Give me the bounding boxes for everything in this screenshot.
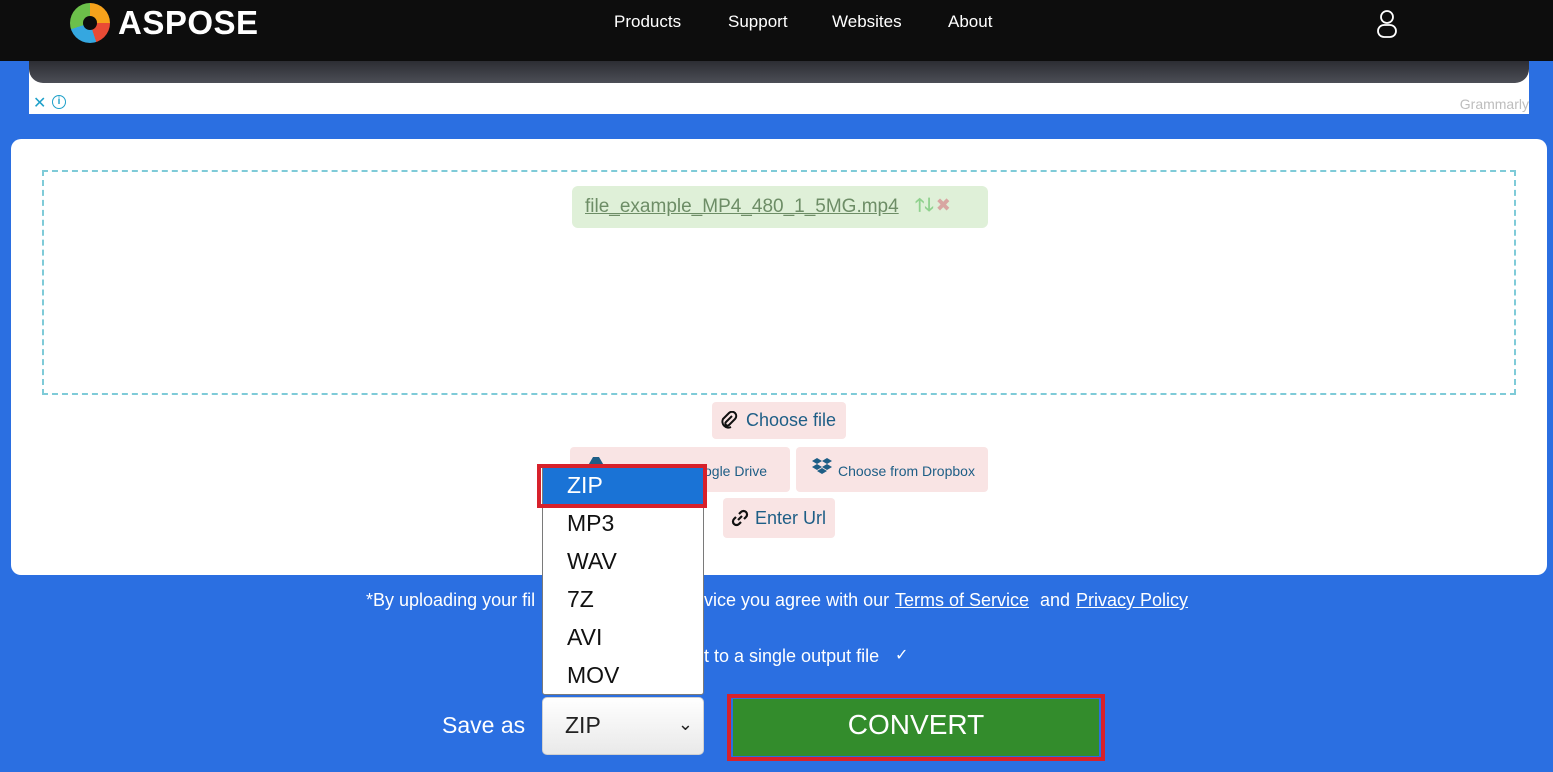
google-drive-label: ogle Drive	[704, 463, 768, 479]
format-option-label: WAV	[567, 548, 617, 574]
terms-prefix: *By uploading your fil	[366, 590, 536, 610]
format-option-7z[interactable]: 7Z	[543, 580, 703, 618]
format-option-mp3[interactable]: MP3	[543, 504, 703, 542]
privacy-policy-link[interactable]: Privacy Policy	[1076, 590, 1188, 611]
uploaded-file-link[interactable]: file_example_MP4_480_1_5MG.mp4	[585, 196, 899, 218]
dropbox-icon	[812, 458, 832, 474]
file-drop-zone[interactable]: file_example_MP4_480_1_5MG.mp4 🡑🡓 ✖	[42, 170, 1516, 395]
nav-support[interactable]: Support	[728, 12, 788, 32]
save-format-value: ZIP	[565, 712, 601, 738]
terms-middle: vice you agree with our	[704, 590, 890, 610]
enter-url-label: Enter Url	[755, 508, 827, 528]
nav-products[interactable]: Products	[614, 12, 681, 32]
terms-and: and	[1040, 590, 1071, 610]
ad-image-strip	[29, 61, 1529, 83]
uploaded-file-chip: file_example_MP4_480_1_5MG.mp4 🡑🡓 ✖	[572, 186, 988, 228]
ad-banner[interactable]: ✕ i Grammarly	[29, 61, 1529, 114]
nav-about[interactable]: About	[948, 12, 992, 32]
format-option-mov[interactable]: MOV	[543, 656, 703, 694]
top-navigation-bar: ASPOSE Products Support Websites About	[0, 0, 1553, 61]
enter-url-button[interactable]: Enter Url	[723, 498, 835, 538]
terms-of-service-link[interactable]: Terms of Service	[895, 590, 1029, 611]
save-as-label: Save as	[442, 712, 526, 738]
close-icon[interactable]: ✕	[33, 93, 46, 113]
move-up-icon[interactable]: 🡑	[915, 195, 924, 215]
convert-button[interactable]: CONVERT	[733, 699, 1099, 756]
remove-file-icon[interactable]: ✖	[936, 195, 951, 215]
info-icon[interactable]: i	[52, 95, 66, 109]
ad-brand-label: Grammarly	[1459, 96, 1529, 112]
choose-file-button[interactable]: Choose file	[712, 402, 846, 439]
format-option-label: 7Z	[567, 586, 594, 612]
main-nav: Products Support Websites About	[0, 12, 1553, 36]
dropbox-button[interactable]: Choose from Dropbox	[796, 447, 988, 492]
move-down-icon[interactable]: 🡓	[924, 195, 933, 215]
format-option-label: AVI	[567, 624, 603, 650]
link-icon	[731, 509, 749, 527]
single-output-checkbox[interactable]: ✓	[895, 645, 913, 664]
file-actions: 🡑🡓 ✖	[915, 193, 951, 223]
chevron-down-icon: ⌄	[677, 714, 693, 734]
format-option-wav[interactable]: WAV	[543, 542, 703, 580]
dropbox-label: Choose from Dropbox	[838, 463, 975, 479]
single-output-label: t to a single output file	[704, 646, 880, 666]
user-account-icon[interactable]	[1376, 9, 1398, 39]
nav-websites[interactable]: Websites	[832, 12, 902, 32]
format-option-avi[interactable]: AVI	[543, 618, 703, 656]
format-option-label: MOV	[567, 662, 620, 688]
choose-file-label: Choose file	[746, 410, 837, 430]
terms-notice: *By uploading your fil vice you agree wi…	[0, 590, 1553, 614]
paperclip-icon	[721, 411, 738, 429]
format-option-label: MP3	[567, 510, 615, 536]
save-format-select[interactable]: ZIP ⌄	[542, 697, 704, 755]
zip-highlight-frame	[537, 464, 707, 508]
